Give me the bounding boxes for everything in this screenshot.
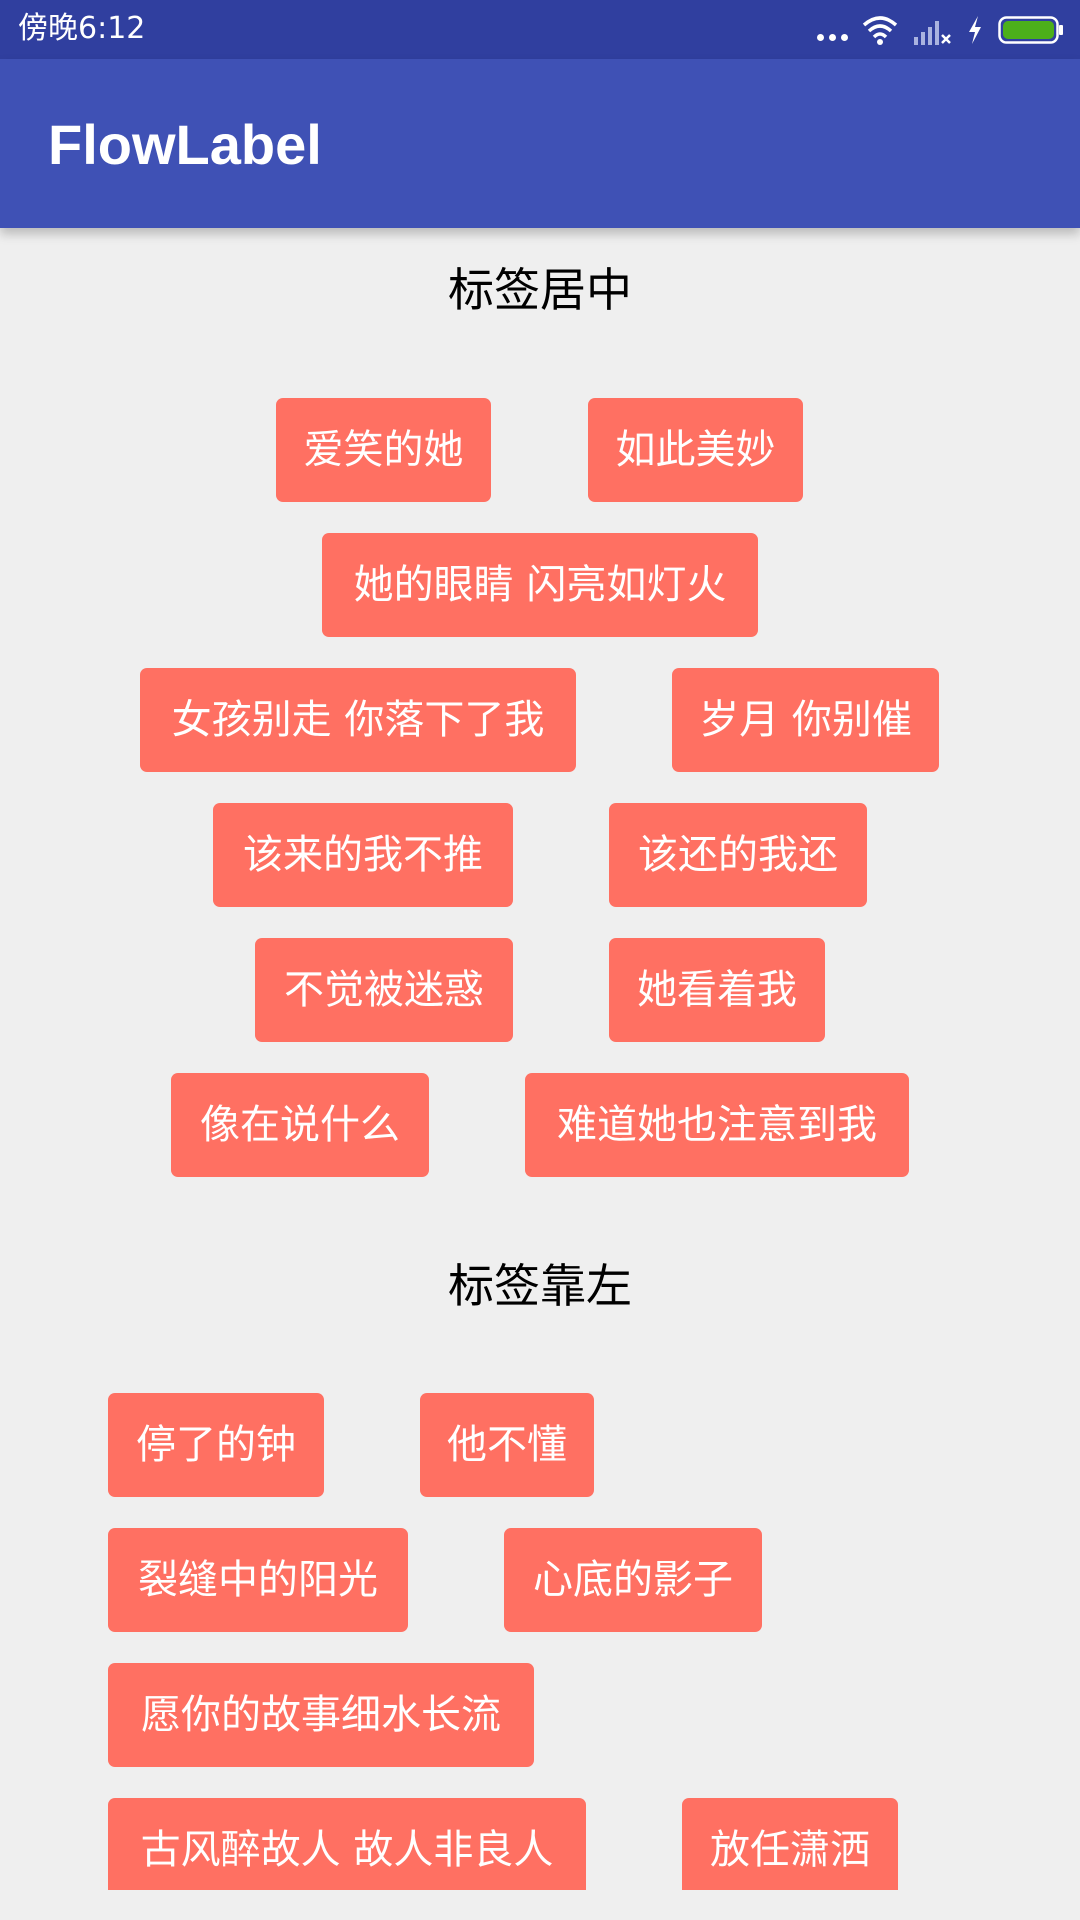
tag-left-4[interactable]: 心底的影子: [504, 1528, 762, 1632]
tag-center-3[interactable]: 她的眼睛 闪亮如灯火: [322, 533, 758, 637]
tag-center-5[interactable]: 岁月 你别催: [672, 668, 939, 772]
tag-center-9[interactable]: 她看着我: [609, 938, 825, 1042]
tag-center-11[interactable]: 难道她也注意到我: [525, 1073, 909, 1177]
tag-center-4[interactable]: 女孩别走 你落下了我: [140, 668, 576, 772]
tag-left-7[interactable]: 放任潇洒: [682, 1798, 898, 1890]
tag-center-10[interactable]: 像在说什么: [171, 1073, 429, 1177]
tag-left-5[interactable]: 愿你的故事细水长流: [108, 1663, 534, 1767]
tag-left-1[interactable]: 停了的钟: [108, 1393, 324, 1497]
tag-left-2[interactable]: 他不懂: [420, 1393, 594, 1497]
app-title: FlowLabel: [48, 113, 322, 176]
content-area: 标签居中 爱笑的她 如此美妙 她的眼睛 闪亮如灯火 女孩别走 你落下了我 岁月 …: [0, 0, 1080, 1890]
tag-left-3[interactable]: 裂缝中的阳光: [108, 1528, 408, 1632]
section-title-center: 标签居中: [448, 263, 632, 317]
tag-center-8[interactable]: 不觉被迷惑: [255, 938, 513, 1042]
tag-center-7[interactable]: 该还的我还: [609, 803, 867, 907]
app-bar: FlowLabel: [0, 59, 1080, 228]
tag-center-1[interactable]: 爱笑的她: [276, 398, 491, 502]
tag-left-6[interactable]: 古风醉故人 故人非良人: [108, 1798, 586, 1890]
tag-center-6[interactable]: 该来的我不推: [213, 803, 513, 907]
section-title-left: 标签靠左: [448, 1259, 632, 1313]
tag-center-2[interactable]: 如此美妙: [588, 398, 803, 502]
